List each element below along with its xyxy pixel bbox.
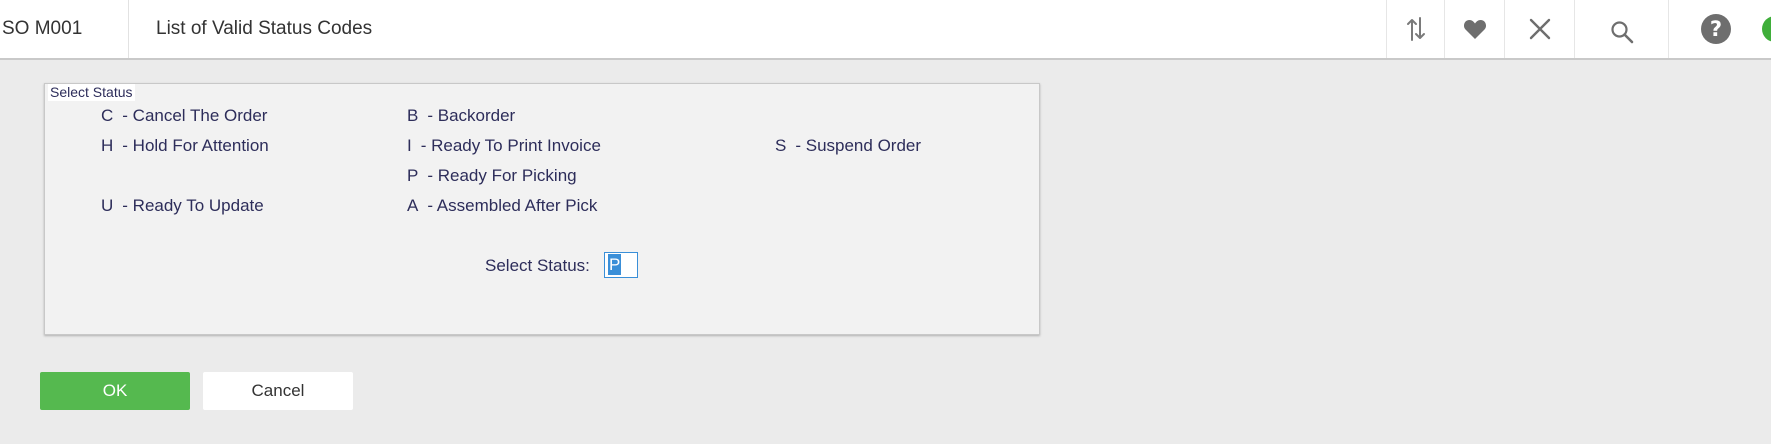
select-status-label: Select Status: — [485, 256, 590, 275]
status-code-key: S — [775, 136, 787, 155]
select-status-input[interactable]: P — [604, 252, 638, 278]
search-button[interactable] — [1574, 0, 1668, 58]
svg-text:?: ? — [1709, 17, 1721, 41]
status-code-item: C - Cancel The Order — [101, 106, 267, 126]
status-code-label: - Ready For Picking — [427, 166, 577, 185]
status-code-item: U - Ready To Update — [101, 196, 264, 216]
search-icon — [1610, 20, 1634, 44]
status-code-key: I — [407, 136, 412, 155]
help-icon: ? — [1700, 13, 1732, 45]
status-code-item: I - Ready To Print Invoice — [407, 136, 601, 156]
status-code-key: H — [101, 136, 114, 155]
select-status-value: P — [608, 254, 622, 275]
panel-legend: Select Status — [48, 84, 135, 101]
status-code-label: - Cancel The Order — [122, 106, 268, 125]
app-header: SO M001 List of Valid Status Codes ? — [0, 0, 1771, 60]
status-code-item: S - Suspend Order — [775, 136, 921, 156]
status-dot-icon — [1762, 16, 1771, 42]
status-code-item: A - Assembled After Pick — [407, 196, 597, 216]
status-code-item: B - Backorder — [407, 106, 515, 126]
screen-code: SO M001 — [2, 0, 129, 58]
status-code-key: U — [101, 196, 114, 215]
status-code-key: A — [407, 196, 419, 215]
status-code-label: - Ready To Update — [122, 196, 264, 215]
sort-button[interactable] — [1386, 0, 1444, 58]
status-code-key: C — [101, 106, 114, 125]
status-code-label: - Hold For Attention — [122, 136, 269, 155]
close-button[interactable] — [1504, 0, 1574, 58]
status-code-label: - Suspend Order — [795, 136, 922, 155]
sort-arrows-icon — [1405, 16, 1427, 42]
status-code-key: B — [407, 106, 419, 125]
status-code-key: P — [407, 166, 419, 185]
favorite-button[interactable] — [1444, 0, 1504, 58]
status-code-item: H - Hold For Attention — [101, 136, 269, 156]
select-status-panel: Select Status C - Cancel The Order B - Bac… — [44, 83, 1040, 335]
status-code-label: - Ready To Print Invoice — [420, 136, 601, 155]
page-title: List of Valid Status Codes — [156, 18, 373, 39]
ok-button[interactable]: OK — [40, 372, 190, 410]
status-code-item: P - Ready For Picking — [407, 166, 577, 186]
status-code-label: - Assembled After Pick — [427, 196, 598, 215]
cancel-button[interactable]: Cancel — [203, 372, 353, 410]
heart-icon — [1463, 18, 1487, 40]
status-code-label: - Backorder — [427, 106, 516, 125]
close-icon — [1529, 18, 1551, 40]
help-button[interactable]: ? — [1668, 0, 1762, 58]
